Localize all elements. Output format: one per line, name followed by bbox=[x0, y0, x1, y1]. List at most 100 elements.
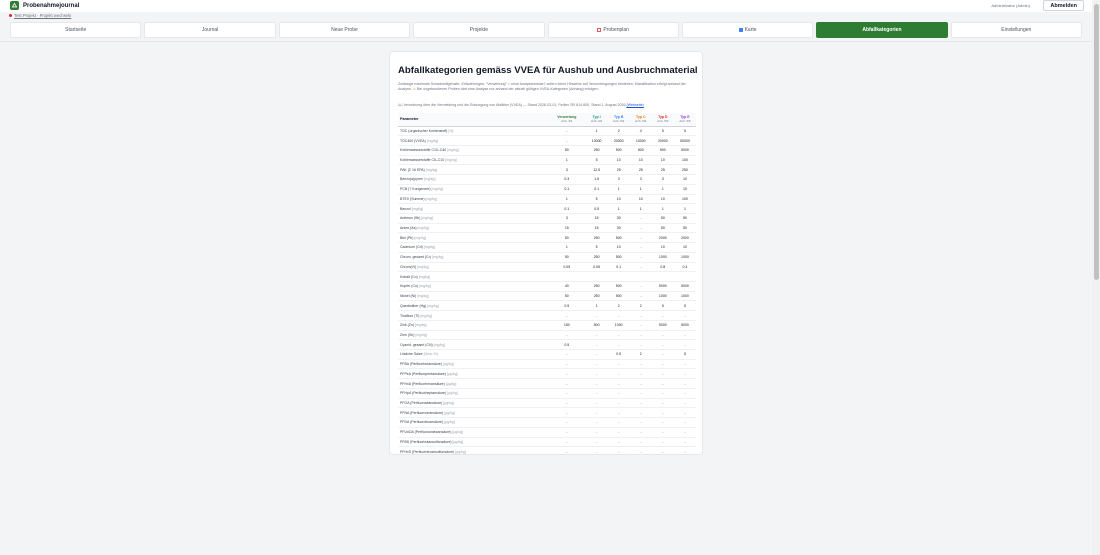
page-scrollbar[interactable] bbox=[1092, 0, 1100, 555]
parameter-unit: [mg/kg] bbox=[423, 245, 436, 250]
value-cell: – bbox=[548, 437, 586, 448]
parameter-unit: [mg/kg] bbox=[420, 313, 432, 318]
nav-abfallkategorien[interactable]: Abfallkategorien bbox=[816, 22, 948, 38]
nav-projekte[interactable]: Projekte bbox=[413, 22, 545, 38]
value-cell: – bbox=[651, 330, 674, 341]
value-cell: 40 bbox=[548, 281, 586, 292]
value-cell: 3 bbox=[629, 174, 652, 185]
table-row: Kobalt (Co) [mg/kg] bbox=[398, 271, 696, 282]
value-cell: – bbox=[651, 407, 674, 419]
warning-icon: ⚠ bbox=[412, 87, 417, 92]
value-cell: – bbox=[629, 388, 652, 399]
value-cell: – bbox=[673, 368, 696, 380]
nav-einstellungen[interactable]: Einstellungen bbox=[950, 22, 1082, 38]
brand[interactable]: Probenahmejournal bbox=[10, 1, 79, 10]
parameter-unit: [mg/kg] bbox=[417, 264, 429, 269]
table-row: PAK (Σ 16 EPA) [mg/kg] 3 12.5 25 25 25 250 bbox=[398, 164, 696, 176]
parameter-cell: Benzol [mg/kg] bbox=[398, 203, 548, 214]
parameter-unit: [mg/kg] bbox=[427, 303, 439, 308]
value-cell bbox=[607, 271, 630, 282]
nav-neue-probe[interactable]: Neue Probe bbox=[278, 22, 411, 38]
value-cell: – bbox=[629, 281, 652, 292]
value-cell: 1.5 bbox=[585, 174, 608, 185]
value-cell: – bbox=[548, 349, 586, 360]
parameter-cell: TOC400 (VVEA) [mg/kg] bbox=[398, 135, 548, 146]
value-cell: – bbox=[673, 437, 696, 448]
table-row: Benzol [mg/kg] 0.1 0.5 1 1 1 1 bbox=[398, 203, 696, 214]
table-row: Arsen (As) [mg/kg] 15 15 30–50 50 bbox=[398, 223, 696, 234]
value-cell: 2000 bbox=[673, 232, 696, 244]
value-cell: – bbox=[673, 446, 696, 454]
parameter-unit: [mg/kg] bbox=[414, 235, 426, 240]
parameter-name: Zink (Zn) bbox=[400, 323, 414, 328]
nav-startseite[interactable]: Startseite bbox=[10, 22, 142, 38]
table-row: Quecksilber (Hg) [mg/kg] 0.5 1 2 2 5 5 bbox=[398, 300, 696, 312]
table-header-row: Parameter Verwertung Anh. 3/1 Typ I Anh. 3… bbox=[398, 113, 696, 127]
value-cell: 3 bbox=[607, 174, 630, 185]
column-header-parameter: Parameter bbox=[398, 113, 548, 127]
value-cell: – bbox=[607, 378, 630, 389]
parameter-unit: [mg/kg] bbox=[415, 332, 427, 337]
parameter-cell: BTEX (Summe) [mg/kg] bbox=[398, 194, 548, 205]
value-cell: 1 bbox=[629, 203, 652, 214]
logout-button[interactable]: Abmelden bbox=[1043, 0, 1084, 11]
value-cell: – bbox=[629, 262, 652, 273]
value-cell: – bbox=[629, 407, 652, 419]
value-cell: – bbox=[607, 398, 630, 409]
parameter-name: PFDA (Perfluordecansäure) bbox=[400, 420, 443, 425]
table-row: Blei (Pb) [mg/kg] 50 250 500–2000 2000 bbox=[398, 232, 696, 244]
source-link[interactable]: (Webseite) bbox=[626, 103, 643, 107]
value-cell: 10 bbox=[651, 242, 674, 253]
value-cell: 1 bbox=[673, 203, 696, 214]
parameter-name: Benzol bbox=[400, 206, 411, 211]
book-icon: 📖 bbox=[398, 103, 403, 107]
value-cell: 2 bbox=[629, 300, 652, 312]
nav-journal[interactable]: Journal bbox=[144, 22, 276, 38]
parameter-cell: PFBA (Perfluorbutansäure) [µg/kg] bbox=[398, 359, 548, 370]
column-header: Verwertung Anh. 3/1 bbox=[548, 113, 586, 127]
value-cell: 5 bbox=[585, 242, 608, 253]
value-cell: 500 bbox=[607, 145, 630, 156]
source-text: Verordnung über die Vermeidung und die E… bbox=[403, 103, 626, 107]
parameter-unit: [mg/kg] bbox=[426, 138, 439, 143]
value-cell: 10 bbox=[607, 194, 630, 205]
value-cell: 12.5 bbox=[585, 164, 608, 176]
parameter-unit: [µg/kg] bbox=[445, 381, 457, 386]
parameter-cell: PFDA (Perfluordecansäure) [µg/kg] bbox=[398, 417, 548, 428]
value-cell: 20000 bbox=[607, 135, 630, 146]
nav-probenplan[interactable]: Probenplan bbox=[547, 22, 679, 38]
scrollbar-thumb[interactable] bbox=[1093, 4, 1099, 280]
value-cell: 10 bbox=[651, 155, 674, 166]
parameter-cell: PAK (Σ 16 EPA) [mg/kg] bbox=[398, 164, 548, 176]
parameter-name: Benzo(a)pyren bbox=[400, 177, 423, 182]
parameter-name: PAK (Σ 16 EPA) bbox=[400, 167, 425, 172]
value-cell: 10 bbox=[629, 155, 652, 166]
nav-karte[interactable]: Karte bbox=[681, 22, 814, 38]
value-cell: – bbox=[585, 330, 608, 341]
parameter-unit: [µg/kg] bbox=[455, 449, 466, 454]
value-cell: – bbox=[651, 437, 674, 448]
parameter-unit: [mg/kg] bbox=[411, 206, 424, 211]
value-cell: 15 bbox=[548, 223, 586, 234]
value-cell: – bbox=[673, 388, 696, 399]
value-cell: – bbox=[673, 310, 696, 321]
parameter-unit: [mg/kg] bbox=[431, 187, 444, 192]
table-row: Kupfer (Cu) [mg/kg] 40 250 500–5000 5000 bbox=[398, 281, 696, 292]
project-indicator[interactable]: Test Projekt · Projekt wechseln bbox=[9, 13, 71, 18]
parameter-cell: Zinn (Sn) [mg/kg] bbox=[398, 330, 548, 341]
value-cell: – bbox=[585, 359, 608, 370]
value-cell: – bbox=[651, 398, 674, 409]
table-row: PFBA (Perfluorbutansäure) [µg/kg] – – – – – – bbox=[398, 359, 696, 370]
value-cell: 10000 bbox=[629, 135, 652, 146]
value-cell: 10 bbox=[673, 242, 696, 253]
value-cell: 1000 bbox=[673, 291, 696, 302]
parameter-cell: PFPeA (Perfluorpentansäure) [µg/kg] bbox=[398, 368, 548, 380]
parameter-unit: [µg/kg] bbox=[446, 371, 458, 376]
column-header: Typ B Anh. 5/2 bbox=[607, 113, 630, 127]
project-switch-link[interactable]: Test Projekt · Projekt wechseln bbox=[14, 13, 71, 18]
value-cell: – bbox=[585, 398, 608, 409]
value-cell: 0.5 bbox=[548, 339, 586, 351]
value-cell: 15 bbox=[585, 213, 608, 224]
value-cell: 50 bbox=[651, 213, 674, 224]
value-cell: – bbox=[629, 291, 652, 302]
